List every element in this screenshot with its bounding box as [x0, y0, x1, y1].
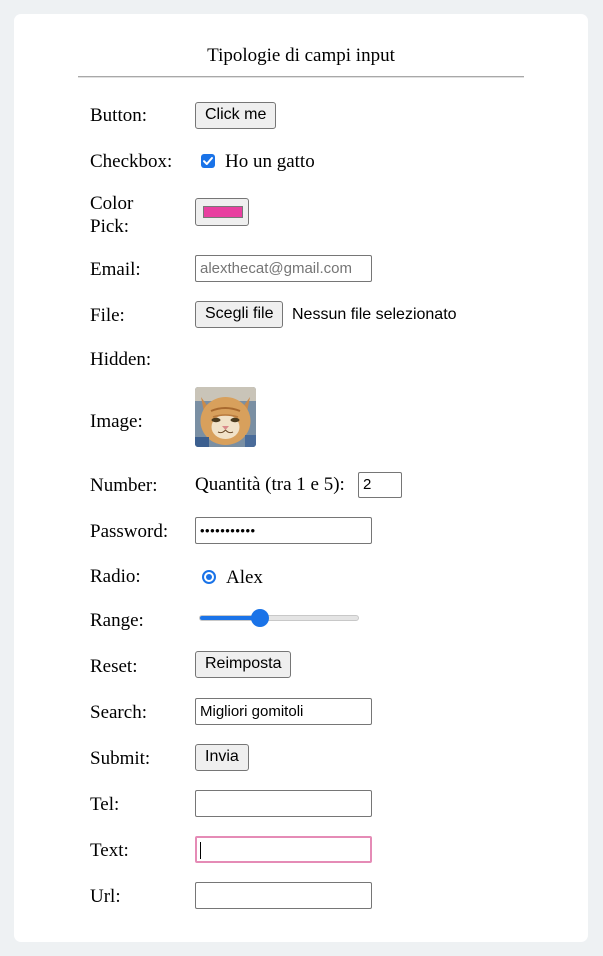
radio-selected-icon[interactable]	[202, 570, 216, 584]
url-field[interactable]	[195, 882, 372, 909]
email-label: Email:	[90, 259, 141, 280]
tel-label: Tel:	[90, 794, 120, 815]
text-caret	[200, 842, 201, 860]
form-card: Tipologie di campi input Button: Click m…	[14, 14, 588, 942]
radio-label: Radio:	[90, 566, 141, 587]
number-row: Quantità (tra 1 e 5): 2	[195, 472, 435, 498]
checkbox-text: Ho un gatto	[225, 151, 315, 172]
password-label: Password:	[90, 521, 169, 542]
button-label: Button:	[90, 105, 148, 126]
password-field[interactable]: •••••••••••	[195, 517, 372, 544]
text-field[interactable]	[195, 836, 372, 863]
submit-button[interactable]: Invia	[195, 744, 249, 771]
range-thumb[interactable]	[250, 609, 269, 627]
title-divider	[78, 76, 524, 78]
radio-row: Alex	[195, 566, 315, 590]
color-picker[interactable]	[195, 198, 249, 226]
range-track	[199, 615, 359, 621]
range-slider[interactable]	[195, 604, 365, 632]
color-label-line2: Pick:	[90, 216, 130, 237]
search-field[interactable]: Migliori gomitoli	[195, 698, 372, 725]
color-label-line1: Color	[90, 193, 134, 214]
reset-button[interactable]: Reimposta	[195, 651, 292, 678]
file-label: File:	[90, 305, 125, 326]
cat-image-button[interactable]	[195, 387, 256, 447]
color-swatch	[203, 206, 243, 218]
image-label: Image:	[90, 411, 143, 432]
cat-photo-icon	[195, 387, 256, 447]
submit-label: Submit:	[90, 748, 151, 769]
file-status: Nessun file selezionato	[292, 306, 457, 323]
checkbox-row: Ho un gatto	[195, 150, 355, 174]
quantity-prompt: Quantità (tra 1 e 5):	[195, 474, 345, 495]
checkbox-checked-icon[interactable]	[201, 154, 215, 168]
text-label: Text:	[90, 840, 129, 861]
checkbox-label: Checkbox:	[90, 151, 173, 172]
range-label: Range:	[90, 610, 144, 631]
click-me-button[interactable]: Click me	[195, 102, 277, 129]
hidden-label: Hidden:	[90, 349, 152, 370]
file-input: Scegli file Nessun file selezionato	[195, 301, 495, 329]
choose-file-button[interactable]: Scegli file	[195, 301, 284, 328]
number-label: Number:	[90, 475, 158, 496]
url-label: Url:	[90, 886, 121, 907]
radio-text: Alex	[226, 567, 263, 588]
tel-field[interactable]	[195, 790, 372, 817]
search-label: Search:	[90, 702, 147, 723]
color-label: Color Pick:	[90, 192, 170, 238]
page-title: Tipologie di campi input	[207, 45, 395, 66]
reset-label: Reset:	[90, 656, 138, 677]
quantity-field[interactable]: 2	[358, 472, 402, 498]
email-field[interactable]: alexthecat@gmail.com	[195, 255, 372, 282]
